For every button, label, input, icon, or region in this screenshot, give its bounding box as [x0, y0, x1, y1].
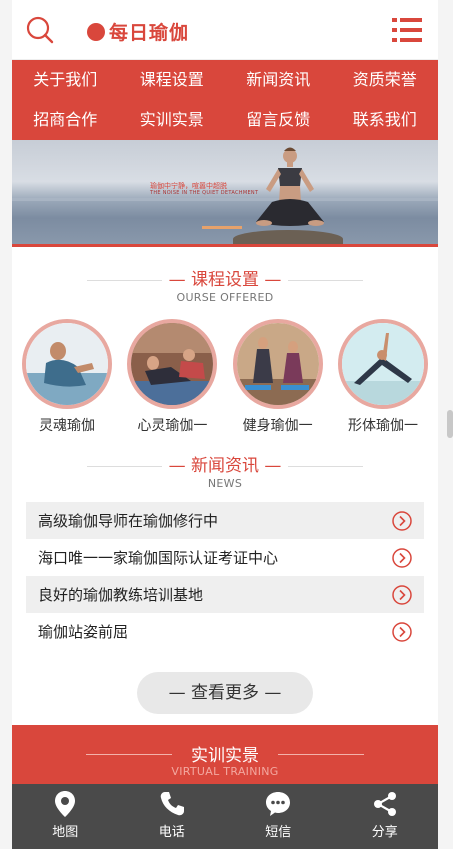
- news-title: — 新闻资讯 —: [168, 456, 282, 476]
- nav-item-honors[interactable]: 资质荣誉: [332, 60, 439, 100]
- banner-pager[interactable]: [202, 226, 242, 229]
- search-icon[interactable]: [26, 16, 54, 44]
- news-section-title: — 新闻资讯 — NEWS: [12, 455, 438, 495]
- footer-share-label[interactable]: 分享: [332, 821, 439, 840]
- nav-item-courses[interactable]: 课程设置: [119, 60, 226, 100]
- news-item-title[interactable]: 瑜伽站姿前屈: [38, 621, 128, 642]
- news-item[interactable]: 良好的瑜伽教练培训基地: [26, 576, 424, 613]
- training-section: 实训实景 VIRTUAL TRAINING: [12, 725, 438, 785]
- scrollbar[interactable]: [447, 410, 453, 438]
- course-list: 灵魂瑜伽 心灵瑜伽一 健身瑜伽一 形体瑜伽一: [12, 319, 438, 435]
- footer-map[interactable]: 地图: [12, 784, 119, 849]
- news-item[interactable]: 瑜伽站姿前屈: [26, 613, 424, 650]
- course-name[interactable]: 灵魂瑜伽: [22, 415, 112, 435]
- course-item[interactable]: 灵魂瑜伽: [22, 319, 112, 435]
- training-title: 实训实景: [191, 746, 259, 766]
- courses-subtitle: OURSE OFFERED: [176, 291, 274, 304]
- bottom-toolbar: 地图 电话 短信 分享: [12, 784, 438, 849]
- course-photo-body: [341, 323, 424, 405]
- nav-item-contact[interactable]: 联系我们: [332, 100, 439, 140]
- course-image[interactable]: [232, 319, 323, 409]
- message-icon[interactable]: [264, 790, 292, 818]
- header: 每日瑜伽: [12, 0, 438, 60]
- news-item-title[interactable]: 海口唯一一家瑜伽国际认证考证中心: [38, 547, 278, 568]
- phone-icon[interactable]: [158, 790, 186, 818]
- view-more-button[interactable]: — 查看更多 —: [137, 672, 313, 714]
- divider-line: [288, 280, 363, 281]
- course-photo-fitness: [236, 323, 319, 405]
- news-list: 高级瑜伽导师在瑜伽修行中 海口唯一一家瑜伽国际认证考证中心 良好的瑜伽教练培训基…: [26, 502, 424, 650]
- news-item-title[interactable]: 良好的瑜伽教练培训基地: [38, 584, 203, 605]
- map-pin-icon[interactable]: [51, 790, 79, 818]
- chevron-right-icon[interactable]: [392, 621, 412, 642]
- logo[interactable]: 每日瑜伽: [87, 18, 189, 45]
- course-item[interactable]: 心灵瑜伽一: [127, 319, 218, 435]
- courses-section-title: — 课程设置 — OURSE OFFERED: [12, 269, 438, 309]
- chevron-right-icon[interactable]: [392, 510, 412, 531]
- courses-title: — 课程设置 —: [168, 270, 282, 290]
- course-image[interactable]: [22, 319, 112, 409]
- course-name[interactable]: 形体瑜伽一: [338, 415, 428, 435]
- news-subtitle: NEWS: [207, 477, 243, 490]
- course-photo-soul: [26, 323, 108, 405]
- footer-sms[interactable]: 短信: [225, 784, 332, 849]
- news-item[interactable]: 高级瑜伽导师在瑜伽修行中: [26, 502, 424, 539]
- nav-item-training[interactable]: 实训实景: [119, 100, 226, 140]
- course-item[interactable]: 健身瑜伽一: [232, 319, 323, 435]
- chevron-right-icon[interactable]: [392, 584, 412, 605]
- page: 每日瑜伽 关于我们 课程设置 新闻资讯 资质荣誉 招商合作 实训实景 留言反馈 …: [12, 0, 438, 849]
- course-name[interactable]: 心灵瑜伽一: [127, 415, 217, 435]
- divider-line: [87, 466, 162, 467]
- footer-sms-label[interactable]: 短信: [225, 821, 332, 840]
- course-item[interactable]: 形体瑜伽一: [337, 319, 428, 435]
- logo-text: 每日瑜伽: [109, 22, 190, 44]
- course-photo-mind: [131, 323, 214, 405]
- course-image[interactable]: [127, 319, 218, 409]
- yoga-person-image: [256, 147, 324, 226]
- main-nav: 关于我们 课程设置 新闻资讯 资质荣誉 招商合作 实训实景 留言反馈 联系我们: [12, 60, 438, 140]
- divider-line: [87, 280, 162, 281]
- course-image[interactable]: [337, 319, 428, 409]
- course-name[interactable]: 健身瑜伽一: [233, 415, 323, 435]
- courses-title-text: 课程设置: [191, 270, 259, 290]
- nav-item-business[interactable]: 招商合作: [12, 100, 119, 140]
- banner[interactable]: 瑜伽中宁静，喧嚣中超脱 THE NOISE IN THE QUIET DETAC…: [12, 140, 438, 244]
- chevron-right-icon[interactable]: [392, 547, 412, 568]
- training-subtitle: VIRTUAL TRAINING: [171, 765, 279, 778]
- banner-slogan-en: THE NOISE IN THE QUIET DETACHMENT: [150, 190, 259, 196]
- nav-item-feedback[interactable]: 留言反馈: [225, 100, 332, 140]
- banner-horizon: [12, 198, 438, 201]
- footer-share[interactable]: 分享: [332, 784, 439, 849]
- footer-phone[interactable]: 电话: [119, 784, 226, 849]
- menu-icon[interactable]: [392, 17, 422, 43]
- divider-line: [288, 466, 363, 467]
- news-item-title[interactable]: 高级瑜伽导师在瑜伽修行中: [38, 510, 218, 531]
- logo-dot-icon: [87, 22, 105, 41]
- news-title-text: 新闻资讯: [191, 456, 259, 476]
- footer-phone-label[interactable]: 电话: [119, 821, 226, 840]
- share-icon[interactable]: [371, 790, 399, 818]
- footer-map-label[interactable]: 地图: [12, 821, 119, 840]
- nav-item-news[interactable]: 新闻资讯: [225, 60, 332, 100]
- nav-item-about[interactable]: 关于我们: [12, 60, 119, 100]
- banner-divider: [12, 244, 438, 247]
- news-item[interactable]: 海口唯一一家瑜伽国际认证考证中心: [26, 539, 424, 576]
